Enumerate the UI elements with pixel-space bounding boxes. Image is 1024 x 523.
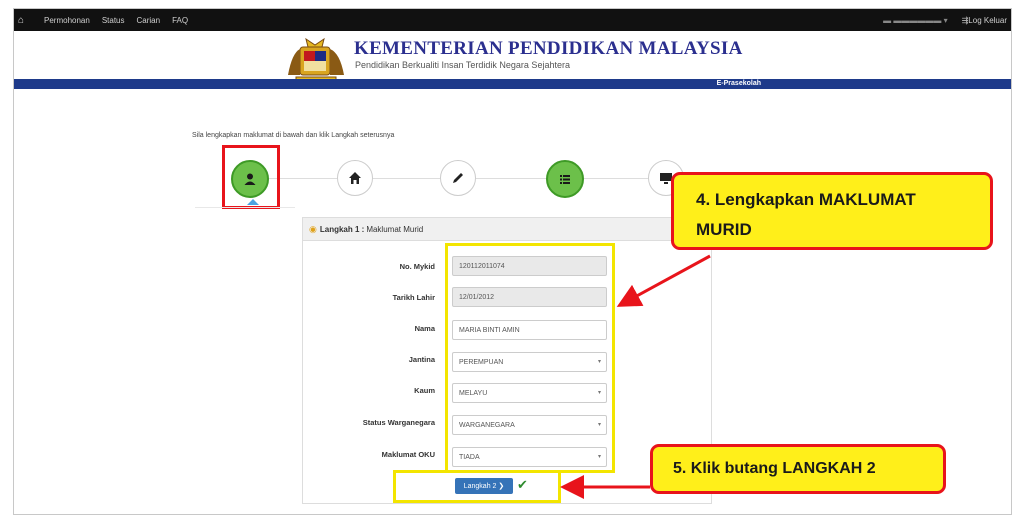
user-menu[interactable]: ▬ ▬▬▬▬▬▬ ▾ (883, 16, 947, 25)
home-icon[interactable]: ⌂ (18, 15, 32, 26)
name-label: Nama (414, 324, 435, 333)
mykid-label: No. Mykid (399, 262, 435, 271)
highlight-fields (445, 243, 615, 473)
instructions-text: Sila lengkapkan maklumat di bawah dan kl… (192, 132, 395, 139)
top-navbar: ⌂ Permohonan Status Carian FAQ ▬ ▬▬▬▬▬▬ … (14, 9, 1011, 31)
nav-faq[interactable]: FAQ (172, 16, 188, 25)
oku-label: Maklumat OKU (381, 450, 435, 459)
dob-label: Tarikh Lahir (392, 293, 435, 302)
gender-label: Jantina (408, 355, 435, 364)
ministry-title: KEMENTERIAN PENDIDIKAN MALAYSIA (354, 38, 743, 59)
nav-carian[interactable]: Carian (137, 16, 161, 25)
highlight-button (393, 470, 561, 503)
nav-status[interactable]: Status (102, 16, 125, 25)
list-icon (560, 175, 570, 184)
nav-permohonan[interactable]: Permohonan (44, 16, 90, 25)
logout-label: Log Keluar (968, 15, 1007, 25)
logout-link[interactable]: ⇶Log Keluar (962, 16, 1007, 25)
step-label: Langkah 1 : (319, 224, 365, 234)
system-bar: E-Prasekolah (14, 79, 1011, 89)
callout-step-5: 5. Klik butang LANGKAH 2 (650, 444, 946, 494)
step-3-edit[interactable] (440, 160, 476, 196)
info-icon: ◉ (309, 223, 317, 234)
divider (195, 207, 295, 208)
callout-step-4: 4. Lengkapkan MAKLUMAT MURID (671, 172, 993, 250)
system-name: E-Prasekolah (716, 80, 761, 87)
callout-4-line-2: MURID (696, 220, 752, 239)
panel-header: ◉ Langkah 1 : Maklumat Murid (303, 218, 711, 241)
pencil-icon (453, 173, 463, 183)
citizenship-label: Status Warganegara (362, 418, 435, 427)
step-2-address[interactable] (337, 160, 373, 196)
callout-5-text: 5. Klik butang LANGKAH 2 (673, 460, 876, 477)
highlight-step-1 (222, 145, 280, 209)
callout-4-line-1: 4. Lengkapkan MAKLUMAT (696, 190, 916, 209)
step-title: Maklumat Murid (366, 224, 424, 234)
step-4-list[interactable] (546, 160, 584, 198)
crest-logo (288, 37, 344, 84)
home-icon (349, 172, 361, 184)
race-label: Kaum (414, 386, 435, 395)
ministry-subtitle: Pendidikan Berkualiti Insan Terdidik Neg… (355, 60, 570, 70)
